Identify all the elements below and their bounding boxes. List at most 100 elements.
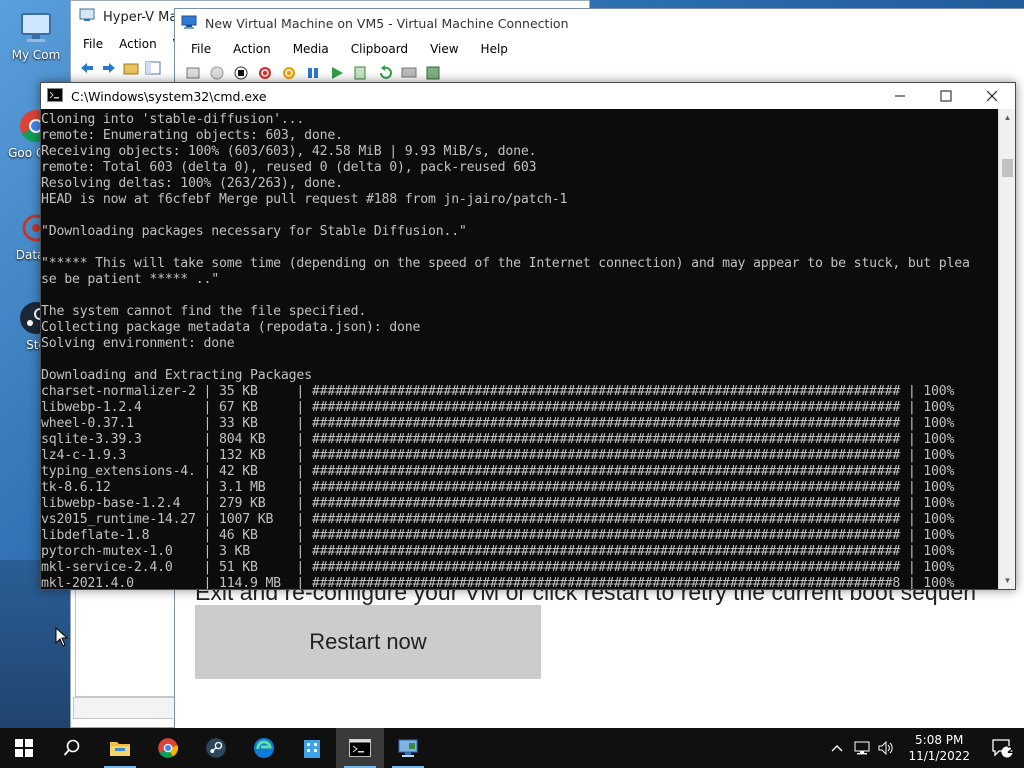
- clock[interactable]: 5:08 PM 11/1/2022: [898, 732, 980, 764]
- minimize-button[interactable]: [877, 83, 923, 109]
- action-center-button[interactable]: 2: [980, 728, 1024, 768]
- hyperv-app-icon: [79, 7, 95, 27]
- console-line: tk-8.6.12 | 3.1 MB | ###################…: [41, 480, 955, 495]
- start-icon[interactable]: [209, 65, 225, 81]
- network-button[interactable]: [850, 728, 874, 768]
- taskbar-edge[interactable]: [240, 728, 288, 768]
- hyperv-icon: [398, 739, 418, 757]
- console-line: "***** This will take some time (dependi…: [41, 256, 970, 271]
- cmd-title-bar[interactable]: C:\Windows\system32\cmd.exe: [41, 83, 1015, 109]
- windows-logo-icon: [15, 739, 33, 757]
- vm-menu-media[interactable]: Media: [293, 42, 329, 56]
- steam-icon: [206, 738, 226, 758]
- revert-icon[interactable]: [377, 65, 393, 81]
- scroll-down-icon[interactable]: ▼: [999, 572, 1016, 589]
- console-line: libwebp-base-1.2.4 | 279 KB | ##########…: [41, 496, 955, 511]
- vm-connection-icon: [181, 14, 197, 33]
- cmd-window[interactable]: C:\Windows\system32\cmd.exe Cloning into…: [40, 82, 1016, 590]
- vm-title: New Virtual Machine on VM5 - Virtual Mac…: [205, 15, 569, 31]
- console-line: Cloning into 'stable-diffusion'...: [41, 112, 305, 127]
- vm-menu-clipboard[interactable]: Clipboard: [351, 42, 408, 56]
- forward-arrow-icon[interactable]: [101, 60, 117, 76]
- scroll-thumb[interactable]: [1002, 159, 1013, 177]
- console-line: mkl-2021.4.0 | 114.9 MB | ##############…: [41, 576, 955, 589]
- taskbar-steam[interactable]: [192, 728, 240, 768]
- close-button[interactable]: [969, 83, 1015, 109]
- close-icon: [986, 90, 998, 102]
- clock-time: 5:08 PM: [915, 733, 964, 747]
- checkpoint-icon[interactable]: [353, 65, 369, 81]
- ctrl-alt-del-icon[interactable]: [185, 65, 201, 81]
- desktop-icon-label: My Com: [11, 48, 61, 62]
- console-line: Collecting package metadata (repodata.js…: [41, 320, 421, 335]
- console-line: se be patient ***** ..": [41, 272, 220, 287]
- cmd-output-lines: Cloning into 'stable-diffusion'... remote…: [41, 112, 998, 589]
- vm-menu-bar: File Action Media Clipboard View Help: [175, 37, 1024, 61]
- console-line: vs2015_runtime-14.27 | 1007 KB | #######…: [41, 512, 955, 527]
- folder-up-icon[interactable]: [123, 60, 139, 76]
- console-line: mkl-service-2.4.0 | 51 KB | ############…: [41, 560, 955, 575]
- console-line: charset-normalizer-2 | 35 KB | #########…: [41, 384, 955, 399]
- search-button[interactable]: [48, 728, 96, 768]
- console-line: "Downloading packages necessary for Stab…: [41, 224, 467, 239]
- hyperv-menu-action[interactable]: Action: [119, 37, 157, 51]
- taskbar-chrome[interactable]: [144, 728, 192, 768]
- chevron-up-icon: [831, 745, 843, 752]
- system-tray: 5:08 PM 11/1/2022 2: [824, 728, 1024, 768]
- taskbar-cmd[interactable]: [336, 728, 384, 768]
- search-icon: [63, 739, 80, 756]
- console-line: remote: Total 603 (delta 0), reused 0 (d…: [41, 160, 537, 175]
- mouse-cursor-icon: [55, 627, 69, 647]
- taskbar-file-explorer[interactable]: [96, 728, 144, 768]
- vm-menu-action[interactable]: Action: [233, 42, 271, 56]
- computer-icon: [18, 10, 54, 46]
- taskbar-hyperv[interactable]: [384, 728, 432, 768]
- notification-count: 2: [1007, 745, 1014, 756]
- console-line: pytorch-mutex-1.0 | 3 KB | #############…: [41, 544, 955, 559]
- vm-menu-view[interactable]: View: [430, 42, 458, 56]
- volume-button[interactable]: [874, 728, 898, 768]
- console-line: sqlite-3.39.3 | 804 KB | ###############…: [41, 432, 955, 447]
- taskbar-app-store[interactable]: [288, 728, 336, 768]
- console-line: The system cannot find the file specifie…: [41, 304, 367, 319]
- edge-icon: [254, 738, 274, 758]
- folder-icon: [110, 742, 130, 756]
- start-button[interactable]: [0, 728, 48, 768]
- maximize-icon: [940, 90, 952, 102]
- save-state-icon[interactable]: [281, 65, 297, 81]
- console-icon: [47, 87, 63, 105]
- vm-menu-help[interactable]: Help: [481, 42, 508, 56]
- chrome-icon: [158, 738, 179, 758]
- minimize-icon: [895, 95, 905, 97]
- scroll-up-icon[interactable]: ▲: [999, 109, 1016, 126]
- share-icon[interactable]: [425, 65, 441, 81]
- pause-icon[interactable]: [305, 65, 321, 81]
- taskbar: 5:08 PM 11/1/2022 2: [0, 728, 1024, 768]
- clock-date: 11/1/2022: [908, 749, 970, 763]
- console-line: libwebp-1.2.4 | 67 KB | ################…: [41, 400, 955, 415]
- hyperv-menu-file[interactable]: File: [83, 37, 103, 51]
- back-arrow-icon[interactable]: [79, 60, 95, 76]
- enhanced-session-icon[interactable]: [401, 65, 417, 81]
- turn-off-icon[interactable]: [233, 65, 249, 81]
- cmd-scrollbar[interactable]: ▲ ▼: [998, 109, 1015, 589]
- resume-icon[interactable]: [329, 65, 345, 81]
- cmd-console-output[interactable]: Cloning into 'stable-diffusion'... remote…: [41, 109, 998, 589]
- network-icon: [854, 741, 870, 755]
- shut-down-icon[interactable]: [257, 65, 273, 81]
- console-tree-icon[interactable]: [145, 60, 161, 76]
- console-line: Downloading and Extracting Packages: [41, 368, 312, 383]
- vm-title-bar[interactable]: New Virtual Machine on VM5 - Virtual Mac…: [175, 9, 1024, 37]
- maximize-button[interactable]: [923, 83, 969, 109]
- tray-overflow-button[interactable]: [824, 728, 850, 768]
- restart-now-button[interactable]: Restart now: [195, 605, 541, 679]
- console-line: Receiving objects: 100% (603/603), 42.58…: [41, 144, 537, 159]
- desktop-icon-my-computer[interactable]: My Com: [0, 10, 72, 62]
- console-line: typing_extensions-4. | 42 KB | #########…: [41, 464, 955, 479]
- vm-menu-file[interactable]: File: [191, 42, 211, 56]
- console-icon: [349, 739, 371, 757]
